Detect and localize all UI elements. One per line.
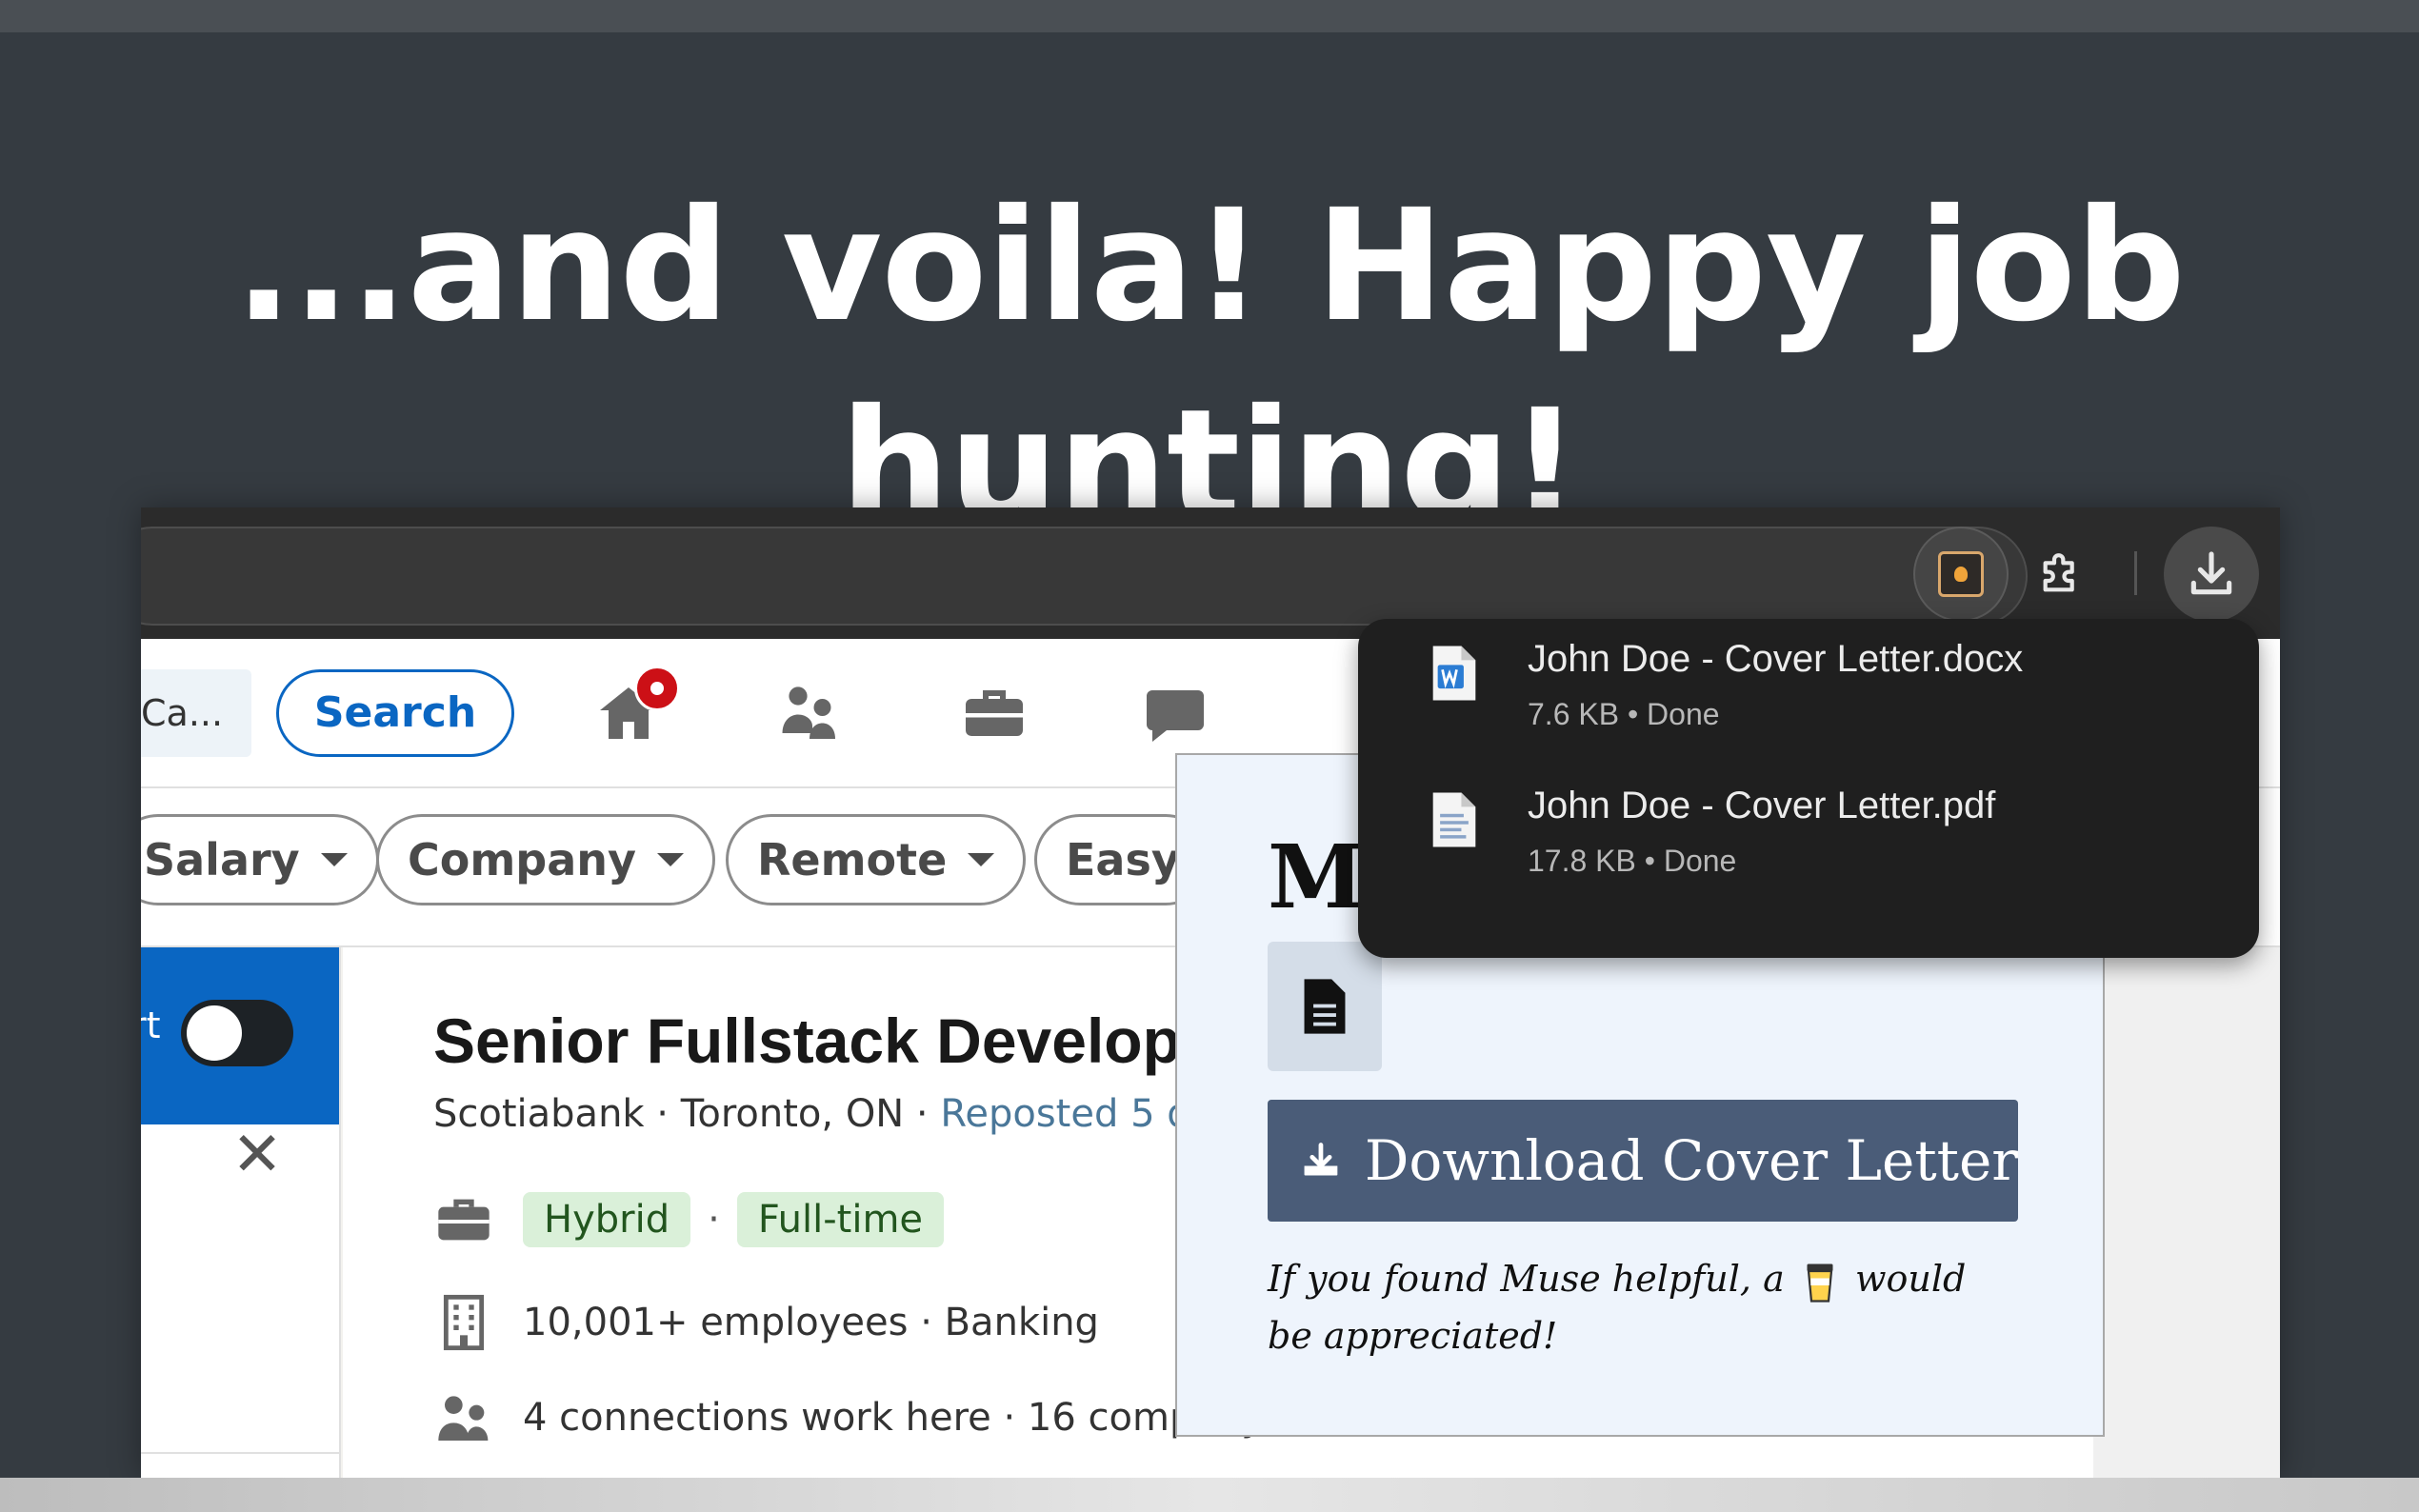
top-strip	[0, 0, 2419, 32]
job-alert-toggle[interactable]	[181, 1000, 293, 1066]
word-doc-icon	[1432, 646, 1476, 701]
download-file-meta: 17.8 KB • Done	[1528, 844, 1737, 878]
notification-badge	[634, 666, 680, 711]
browser-window: Ca... Search Salary Company Remote Easy …	[141, 507, 2280, 1478]
company-filter-label: Company	[408, 834, 636, 885]
muse-extension-icon	[1938, 551, 1984, 597]
job-title[interactable]: Senior Fullstack Develop	[433, 1005, 1181, 1077]
download-item[interactable]: John Doe - Cover Letter.pdf 17.8 KB • Do…	[1358, 766, 2259, 908]
download-item[interactable]: John Doe - Cover Letter.docx 7.6 KB • Do…	[1358, 619, 2259, 762]
company-info: 10,001+ employees · Banking	[523, 1301, 1099, 1344]
puzzle-icon	[2043, 553, 2074, 592]
download-cover-letter-label: Download Cover Letter	[1364, 1128, 2018, 1193]
headline: ...and voila! Happy job hunting!	[234, 177, 2186, 556]
remote-filter[interactable]: Remote	[726, 814, 1027, 905]
support-message: If you found Muse helpful, a would be ap…	[1268, 1250, 1991, 1364]
muse-extension-button[interactable]	[1913, 527, 2009, 622]
chevron-down-icon	[968, 853, 995, 866]
separator-dot: ·	[708, 1198, 720, 1242]
job-meta: Scotiabank · Toronto, ON · Reposted 5 da	[433, 1092, 1214, 1136]
jobs-icon[interactable]	[960, 679, 1029, 747]
employment-tag: Full-time	[736, 1192, 945, 1247]
job-type-row: Hybrid · Full-time	[433, 1189, 945, 1250]
download-file-name: John Doe - Cover Letter.docx	[1528, 638, 2024, 680]
salary-filter-label: Salary	[144, 834, 300, 885]
resume-file-button[interactable]	[1268, 942, 1382, 1071]
search-button[interactable]: Search	[276, 669, 514, 757]
chevron-down-icon	[657, 853, 684, 866]
company-info-row: 10,001+ employees · Banking	[433, 1292, 1099, 1353]
company-location: Scotiabank · Toronto, ON ·	[433, 1092, 941, 1136]
workplace-tag: Hybrid	[523, 1192, 691, 1247]
toolbar-separator	[2134, 551, 2137, 595]
pdf-doc-icon	[1432, 792, 1476, 847]
divider	[141, 1452, 339, 1454]
download-file-name: John Doe - Cover Letter.pdf	[1528, 785, 1996, 826]
download-icon	[1304, 1143, 1338, 1176]
coffee-cup-icon[interactable]	[1806, 1263, 1834, 1303]
bottom-strip	[0, 1478, 2419, 1512]
download-cover-letter-button[interactable]: Download Cover Letter	[1268, 1100, 2018, 1222]
people-icon	[438, 1396, 489, 1441]
building-icon	[443, 1294, 485, 1351]
job-alert-panel: rt	[141, 947, 339, 1124]
address-bar[interactable]	[141, 527, 2028, 626]
downloads-bubble: John Doe - Cover Letter.docx 7.6 KB • Do…	[1358, 619, 2259, 958]
support-text-start: If you found Muse helpful, a	[1268, 1258, 1785, 1300]
network-icon[interactable]	[775, 679, 844, 747]
extensions-button[interactable]	[2013, 527, 2109, 622]
download-icon	[2190, 551, 2232, 595]
job-alert-label: rt	[141, 1005, 161, 1046]
easy-apply-filter-label: Easy	[1066, 834, 1180, 885]
briefcase-icon	[438, 1199, 490, 1241]
close-icon[interactable]: ✕	[229, 1124, 286, 1185]
salary-filter[interactable]: Salary	[141, 814, 379, 905]
downloads-button[interactable]	[2164, 527, 2259, 622]
messaging-icon[interactable]	[1141, 679, 1210, 747]
document-icon	[1304, 979, 1346, 1034]
company-filter[interactable]: Company	[376, 814, 715, 905]
location-input[interactable]: Ca...	[141, 669, 251, 757]
reposted-label: Reposted 5 da	[940, 1092, 1215, 1136]
job-list-column: rt ✕	[141, 947, 341, 1478]
chevron-down-icon	[320, 853, 348, 866]
right-rail	[2093, 947, 2280, 1478]
remote-filter-label: Remote	[757, 834, 948, 885]
download-file-meta: 7.6 KB • Done	[1528, 697, 1720, 731]
toggle-knob	[187, 1005, 242, 1061]
